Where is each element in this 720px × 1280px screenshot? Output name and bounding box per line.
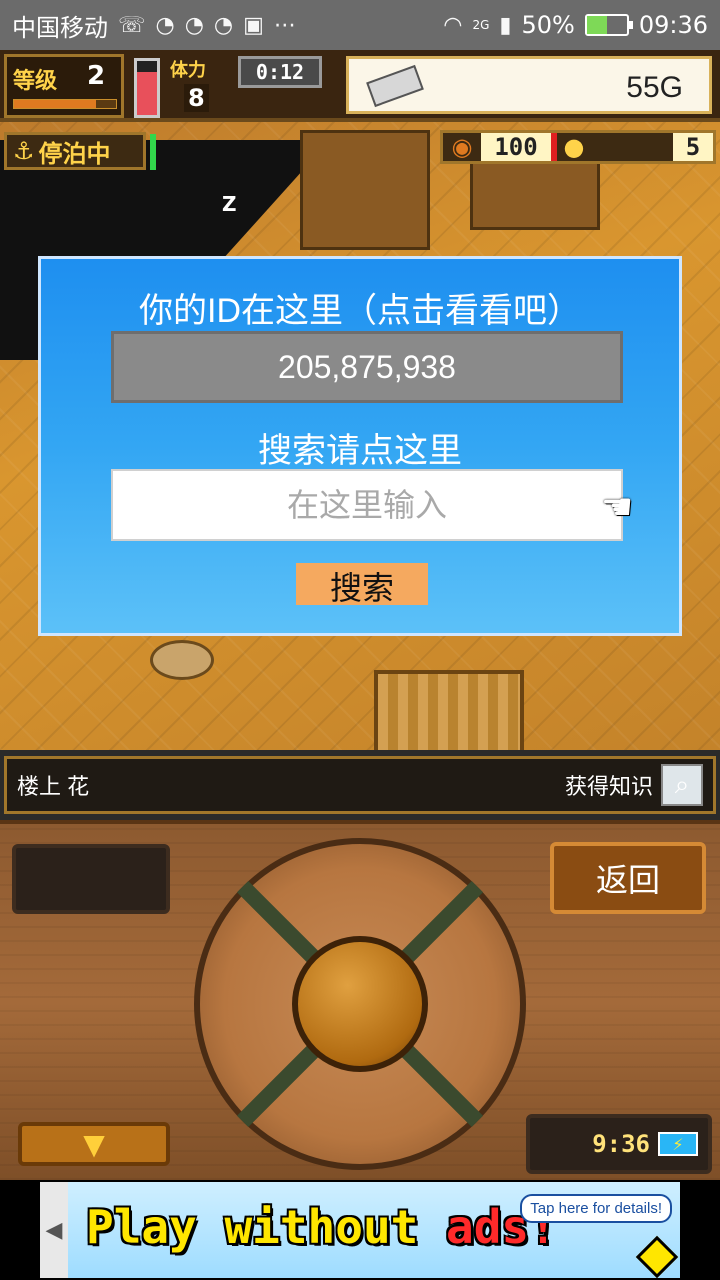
anchor-icon: ⚓ [13,137,35,165]
knowledge-button[interactable]: 获得知识 ⌕ [565,764,703,806]
battery-charging-icon: ⚡ [658,1132,698,1156]
energy-gauge [134,58,160,118]
status-moored: ⚓ 停泊中 [4,132,146,170]
resource-bar: ◉ 100 ● 5 [440,130,716,164]
food-value: 100 [481,133,551,161]
energy-gauge-fill [137,71,157,115]
ship-wall [300,130,430,250]
menu-down-button[interactable]: ▼ [18,1122,170,1166]
barrel [150,640,214,680]
status-label: 停泊中 [38,139,111,168]
dpad[interactable] [194,838,526,1170]
level-label: 等级 [13,69,58,94]
network-type: 2G [472,18,490,32]
back-button[interactable]: 返回 [550,842,706,914]
magnifier-icon[interactable]: ⌕ [661,764,703,806]
clock-box: 9:36 ⚡ [526,1114,712,1174]
level-value: 2 [87,61,106,91]
ad-content[interactable]: ◀ Play without ads! Tap here for details… [40,1182,680,1278]
status-bar: 中国移动 ☏ ◔ ◔ ◔ ▣ ⋯ ◠ 2G ▮ 50% 09:36 [0,0,720,50]
id-search-dialog: 你的ID在这里（点击看看吧） 205,875,938 搜索请点这里 ☚ 搜索 [38,256,682,636]
stamina-panel: 体力 8 [170,56,230,116]
wechat-icon-2: ◔ [184,12,204,38]
status-indicator [150,134,156,170]
wechat-icon-3: ◔ [213,12,234,38]
search-button[interactable]: 搜索 [296,563,428,606]
sleep-indicator: Z [222,192,237,216]
search-hint: 搜索请点这里 [258,432,462,470]
top-hud: 等级 2 体力 8 0:12 55G [0,50,720,122]
status-time: 09:36 [638,11,708,39]
mini-screen [12,844,170,914]
dialog-title[interactable]: 你的ID在这里（点击看看吧） [41,283,679,332]
ad-banner[interactable]: ◀ Play without ads! Tap here for details… [0,1180,720,1280]
ad-details-link[interactable]: Tap here for details! [520,1194,672,1223]
wifi-icon: ◠ [443,12,463,38]
ad-text-part1: Play without [86,1200,419,1254]
missed-call-icon: ☏ [118,12,146,38]
pointing-hand-icon: ☚ [601,487,634,528]
ad-headline: Play without ads! [86,1200,557,1254]
signal-icon: ▮ [499,12,512,38]
level-progress-fill [14,100,96,108]
game-clock: 9:36 [592,1130,650,1158]
image-icon: ▣ [243,12,264,38]
carrier-label: 中国移动 [12,13,108,42]
wechat-icon: ◔ [155,12,175,38]
dpad-center-button[interactable] [292,936,428,1072]
silver-bar-icon [366,64,424,108]
battery-percent: 50% [521,11,575,39]
coin-value: 5 [673,133,713,161]
controller-panel: 返回 ▼ 9:36 ⚡ [0,820,720,1180]
food-icon: ◉ [451,133,473,161]
level-panel: 等级 2 [4,54,124,118]
location-label: 楼上 花 [17,774,90,799]
location-bar: 楼上 花 获得知识 ⌕ [0,750,720,820]
battery-icon [584,14,633,36]
search-input[interactable] [111,469,623,541]
stamina-value: 8 [184,84,209,112]
gold-panel: 55G [346,56,712,114]
knowledge-label: 获得知识 [564,774,653,799]
stamina-label: 体力 [170,60,206,81]
gold-amount: 55G [626,71,683,104]
location-bar-inner: 楼上 花 获得知识 ⌕ [4,756,716,814]
player-id-box[interactable]: 205,875,938 [111,331,623,403]
coin-icon: ● [563,133,585,161]
chevron-left-icon[interactable]: ◀ [40,1182,68,1278]
staircase [470,160,600,230]
triangle-down-icon: ▼ [83,1127,105,1161]
ad-logo-icon [635,1235,679,1278]
timer-display: 0:12 [238,56,322,88]
level-progress-bar [13,99,117,109]
more-icon: ⋯ [273,12,296,38]
storage-shelf [374,670,524,750]
